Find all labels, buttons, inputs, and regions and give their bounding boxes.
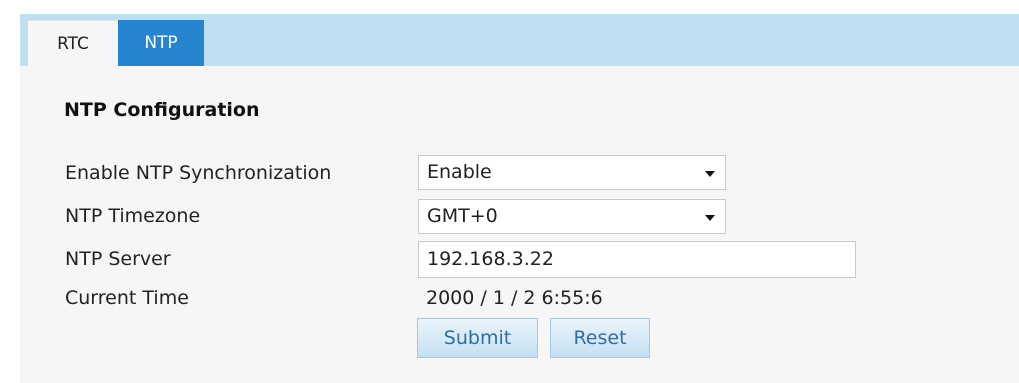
tab-rtc[interactable]: RTC [28,20,118,66]
timezone-value: GMT+0 [427,205,498,227]
current-time-value: 2000 / 1 / 2 6:55:6 [426,287,603,309]
server-label: NTP Server [65,248,171,270]
server-input[interactable]: 192.168.3.22 [418,241,856,278]
current-time-label: Current Time [65,287,189,309]
tab-ntp[interactable]: NTP [118,20,204,66]
tab-bar: RTC NTP [20,14,1019,66]
timezone-label: NTP Timezone [65,205,201,227]
timezone-select[interactable]: GMT+0 [418,199,726,234]
reset-button[interactable]: Reset [550,318,650,358]
enable-sync-value: Enable [427,161,492,183]
section-title: NTP Configuration [64,99,260,121]
chevron-down-icon [705,171,715,177]
enable-sync-label: Enable NTP Synchronization [65,162,332,184]
ntp-panel: RTC NTP NTP Configuration Enable NTP Syn… [20,14,1019,383]
submit-button[interactable]: Submit [417,318,538,358]
chevron-down-icon [705,215,715,221]
enable-sync-select[interactable]: Enable [418,155,726,190]
